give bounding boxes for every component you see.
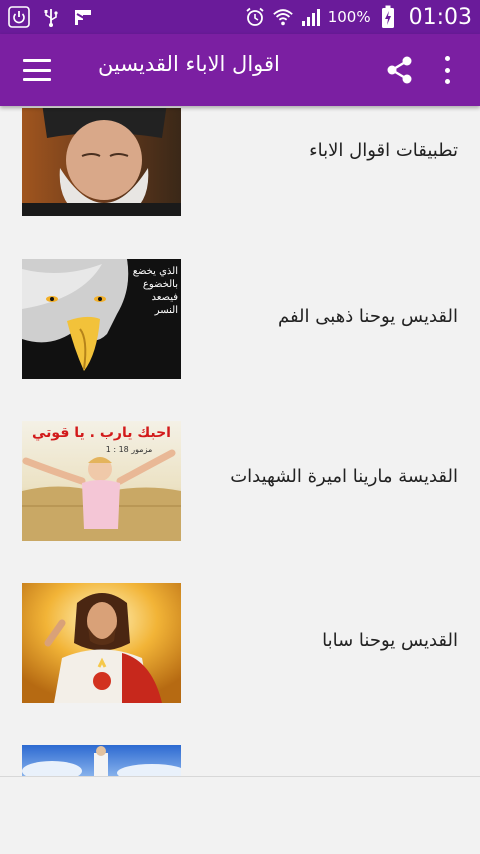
list-item-label: تطبيقات اقوال الاباء bbox=[309, 140, 458, 161]
clock: 01:03 bbox=[408, 4, 472, 30]
alarm-icon bbox=[244, 6, 266, 28]
list-item-thumbnail: الذي يخضع بالخضوع فيصعد النسر bbox=[22, 259, 181, 379]
more-vert-icon[interactable] bbox=[438, 56, 456, 84]
list-item-thumbnail bbox=[22, 108, 181, 216]
bottom-area bbox=[0, 776, 480, 854]
flipboard-icon bbox=[72, 6, 94, 28]
thumbnail-text: فيصعد bbox=[151, 292, 178, 303]
thumbnail-text: احبك يارب . يا قوتي bbox=[32, 425, 171, 441]
list-item-label: القديسة مارينا اميرة الشهيدات bbox=[230, 466, 458, 487]
wifi-icon bbox=[272, 6, 294, 28]
thumbnail-text: الذي يخضع bbox=[132, 266, 178, 277]
status-left-icons bbox=[8, 6, 94, 28]
list-item[interactable] bbox=[0, 742, 480, 776]
thumbnail-text: بالخضوع bbox=[142, 279, 178, 290]
list-item-thumbnail bbox=[22, 745, 181, 776]
signal-icon bbox=[300, 6, 322, 28]
power-icon bbox=[8, 6, 30, 28]
saints-list: تطبيقات اقوال الاباء الذي يخضع بالخضوع ف… bbox=[0, 106, 480, 776]
list-item[interactable]: احبك يارب . يا قوتي مزمور 18 : 1 القديسة… bbox=[0, 418, 480, 541]
list-item-thumbnail: احبك يارب . يا قوتي مزمور 18 : 1 bbox=[22, 421, 181, 541]
thumbnail-text: النسر bbox=[154, 305, 178, 316]
status-bar: 100% 01:03 bbox=[0, 0, 480, 34]
app-bar: اقوال الاباء القديسين bbox=[0, 34, 480, 106]
list-item-thumbnail bbox=[22, 583, 181, 703]
list-item[interactable]: الذي يخضع بالخضوع فيصعد النسر القديس يوح… bbox=[0, 256, 480, 379]
status-right-icons: 100% 01:03 bbox=[244, 5, 472, 30]
list-item-label: القديس يوحنا سابا bbox=[322, 630, 458, 651]
thumbnail-text: مزمور 18 : 1 bbox=[105, 445, 153, 454]
battery-charging-icon bbox=[377, 5, 399, 28]
usb-icon bbox=[40, 6, 62, 28]
list-item[interactable]: تطبيقات اقوال الاباء bbox=[0, 106, 480, 216]
list-item-label: القديس يوحنا ذهبى الفم bbox=[277, 306, 458, 327]
menu-icon[interactable] bbox=[20, 54, 54, 86]
list-item[interactable]: القديس يوحنا سابا bbox=[0, 580, 480, 703]
battery-percent: 100% bbox=[327, 8, 371, 26]
app-title: اقوال الاباء القديسين bbox=[98, 52, 280, 76]
share-icon[interactable] bbox=[384, 54, 416, 86]
